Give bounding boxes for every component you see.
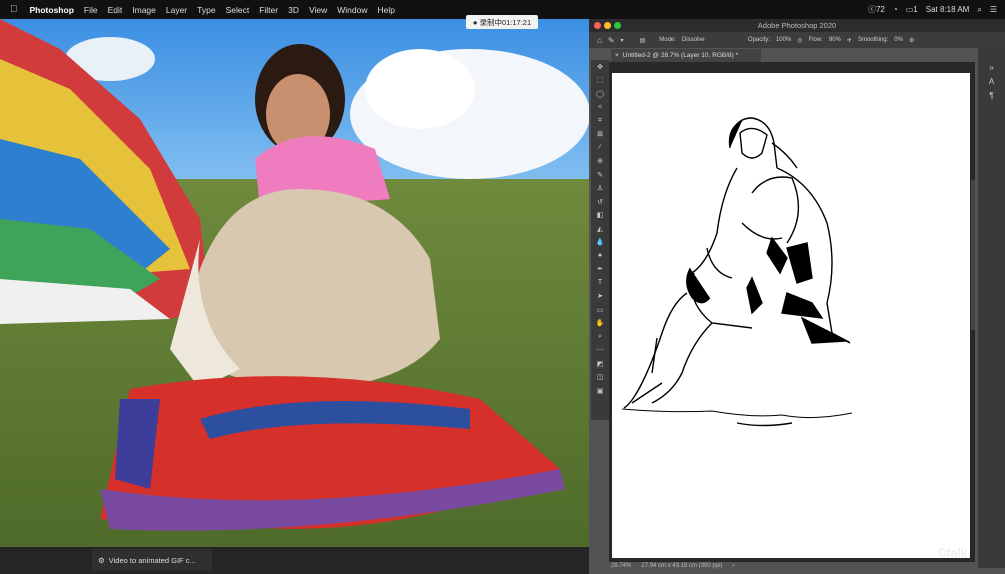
eyedropper-tool-icon[interactable]: ⁄: [591, 141, 609, 155]
menu-type[interactable]: Type: [197, 5, 215, 15]
close-tab-icon[interactable]: ×: [615, 52, 619, 59]
screen-mode-icon[interactable]: ▣: [591, 384, 609, 398]
panel-expand-icon[interactable]: »: [978, 60, 1005, 74]
ps-right-panel: » A ¶: [978, 48, 1005, 568]
document-canvas[interactable]: [612, 73, 970, 558]
quick-mask-icon[interactable]: ◫: [591, 371, 609, 385]
ps-options-bar: ⌂ ✎ ▾ ▤ Mode: Dissolve Opacity: 100% ◎ F…: [589, 32, 1005, 48]
shape-tool-icon[interactable]: ▭: [591, 303, 609, 317]
airbrush-icon[interactable]: ✈: [847, 37, 852, 44]
dock-strip: [0, 547, 589, 574]
minimize-window-button[interactable]: [604, 22, 611, 29]
opacity-label: Opacity:: [747, 37, 770, 43]
menu-select[interactable]: Select: [226, 5, 250, 15]
canvas-scrollbar[interactable]: [971, 180, 975, 330]
home-icon[interactable]: ⌂: [597, 36, 602, 45]
zoom-tool-icon[interactable]: ⌕: [591, 330, 609, 344]
menu-3d[interactable]: 3D: [288, 5, 299, 15]
menu-edit[interactable]: Edit: [108, 5, 123, 15]
character-panel-icon[interactable]: A: [978, 74, 1005, 88]
ps-toolbar: ✥ ⬚ ◯ ✧ ⌗ ⊠ ⁄ ⊕ ✎ ♙ ↺ ◧ ◭ 💧 ● ✒ T ➤ ▭ ✋ …: [591, 60, 609, 420]
ps-titlebar: Adobe Photoshop 2020: [589, 19, 1005, 32]
reference-photo: [0, 19, 589, 547]
close-window-button[interactable]: [594, 22, 601, 29]
menu-file[interactable]: File: [84, 5, 98, 15]
gif-converter-window[interactable]: ⚙ Video to animated GIF c...: [92, 549, 212, 571]
move-tool-icon[interactable]: ✥: [591, 60, 609, 74]
dodge-tool-icon[interactable]: ●: [591, 249, 609, 263]
smoothing-label: Smoothing:: [857, 37, 889, 43]
more-tools-icon[interactable]: ⋯: [591, 344, 609, 358]
ctalk-watermark: Ctalk: [938, 546, 968, 560]
zoom-level[interactable]: 28.74%: [611, 563, 631, 569]
clock[interactable]: Sat 8:18 AM: [926, 5, 970, 14]
menu-filter[interactable]: Filter: [259, 5, 278, 15]
crop-tool-icon[interactable]: ⌗: [591, 114, 609, 128]
healing-tool-icon[interactable]: ⊕: [591, 155, 609, 169]
quick-select-tool-icon[interactable]: ✧: [591, 101, 609, 115]
flow-value[interactable]: 90%: [829, 37, 841, 43]
brush-size-picker[interactable]: ▾: [621, 37, 624, 44]
path-select-icon[interactable]: ➤: [591, 290, 609, 304]
mode-label: Mode:: [659, 37, 676, 43]
menu-view[interactable]: View: [309, 5, 327, 15]
brush-tool-icon-2[interactable]: ✎: [591, 168, 609, 182]
document-dimensions: 27.94 cm x 43.18 cm (300 ppi): [641, 563, 723, 569]
smoothing-value[interactable]: 0%: [894, 37, 903, 43]
document-tab-title: Untitled-2 @ 28.7% (Layer 10, RGB/8) *: [622, 52, 739, 59]
lasso-tool-icon[interactable]: ◯: [591, 87, 609, 101]
notification-badge[interactable]: ⓒ72: [868, 4, 885, 15]
type-tool-icon[interactable]: T: [591, 276, 609, 290]
wifi-icon[interactable]: ◔: [893, 5, 898, 14]
apple-icon[interactable]: : [10, 4, 18, 15]
recording-indicator: ● 录制中01:17:21: [466, 15, 538, 29]
eraser-tool-icon[interactable]: ◧: [591, 209, 609, 223]
history-brush-icon[interactable]: ↺: [591, 195, 609, 209]
status-expand-icon[interactable]: ›: [732, 563, 734, 569]
document-tab[interactable]: × Untitled-2 @ 28.7% (Layer 10, RGB/8) *: [611, 49, 761, 62]
frame-tool-icon[interactable]: ⊠: [591, 128, 609, 142]
ps-status-bar: 28.74% 27.94 cm x 43.18 cm (300 ppi) ›: [611, 561, 971, 571]
app-menu[interactable]: Photoshop: [30, 5, 74, 15]
menu-help[interactable]: Help: [377, 5, 394, 15]
gif-label: Video to animated GIF c...: [108, 555, 196, 565]
hand-tool-icon[interactable]: ✋: [591, 317, 609, 331]
app-icon: ⚙: [98, 555, 105, 565]
pen-tool-icon[interactable]: ✒: [591, 263, 609, 277]
marquee-tool-icon[interactable]: ⬚: [591, 74, 609, 88]
paint-bucket-icon[interactable]: ◭: [591, 222, 609, 236]
search-icon[interactable]: ⌕: [977, 5, 981, 15]
settings-gear-icon[interactable]: ⚙: [909, 37, 914, 44]
brush-settings-icon[interactable]: ▤: [640, 37, 646, 44]
ps-window-title: Adobe Photoshop 2020: [757, 21, 837, 30]
stamp-tool-icon[interactable]: ♙: [591, 182, 609, 196]
flow-label: Flow:: [808, 37, 823, 43]
brush-tool-icon[interactable]: ✎: [608, 36, 615, 45]
menu-layer[interactable]: Layer: [166, 5, 187, 15]
menu-image[interactable]: Image: [132, 5, 156, 15]
menu-window[interactable]: Window: [337, 5, 367, 15]
control-center-icon[interactable]: ☰: [990, 5, 997, 14]
mode-select[interactable]: Dissolve: [682, 37, 742, 43]
pressure-opacity-icon[interactable]: ◎: [797, 37, 802, 44]
blur-tool-icon[interactable]: 💧: [591, 236, 609, 250]
paragraph-panel-icon[interactable]: ¶: [978, 88, 1005, 102]
zoom-window-button[interactable]: [614, 22, 621, 29]
color-swatches-icon[interactable]: ◩: [591, 357, 609, 371]
battery-icon[interactable]: ▭1: [906, 5, 918, 14]
opacity-value[interactable]: 100%: [776, 37, 791, 43]
